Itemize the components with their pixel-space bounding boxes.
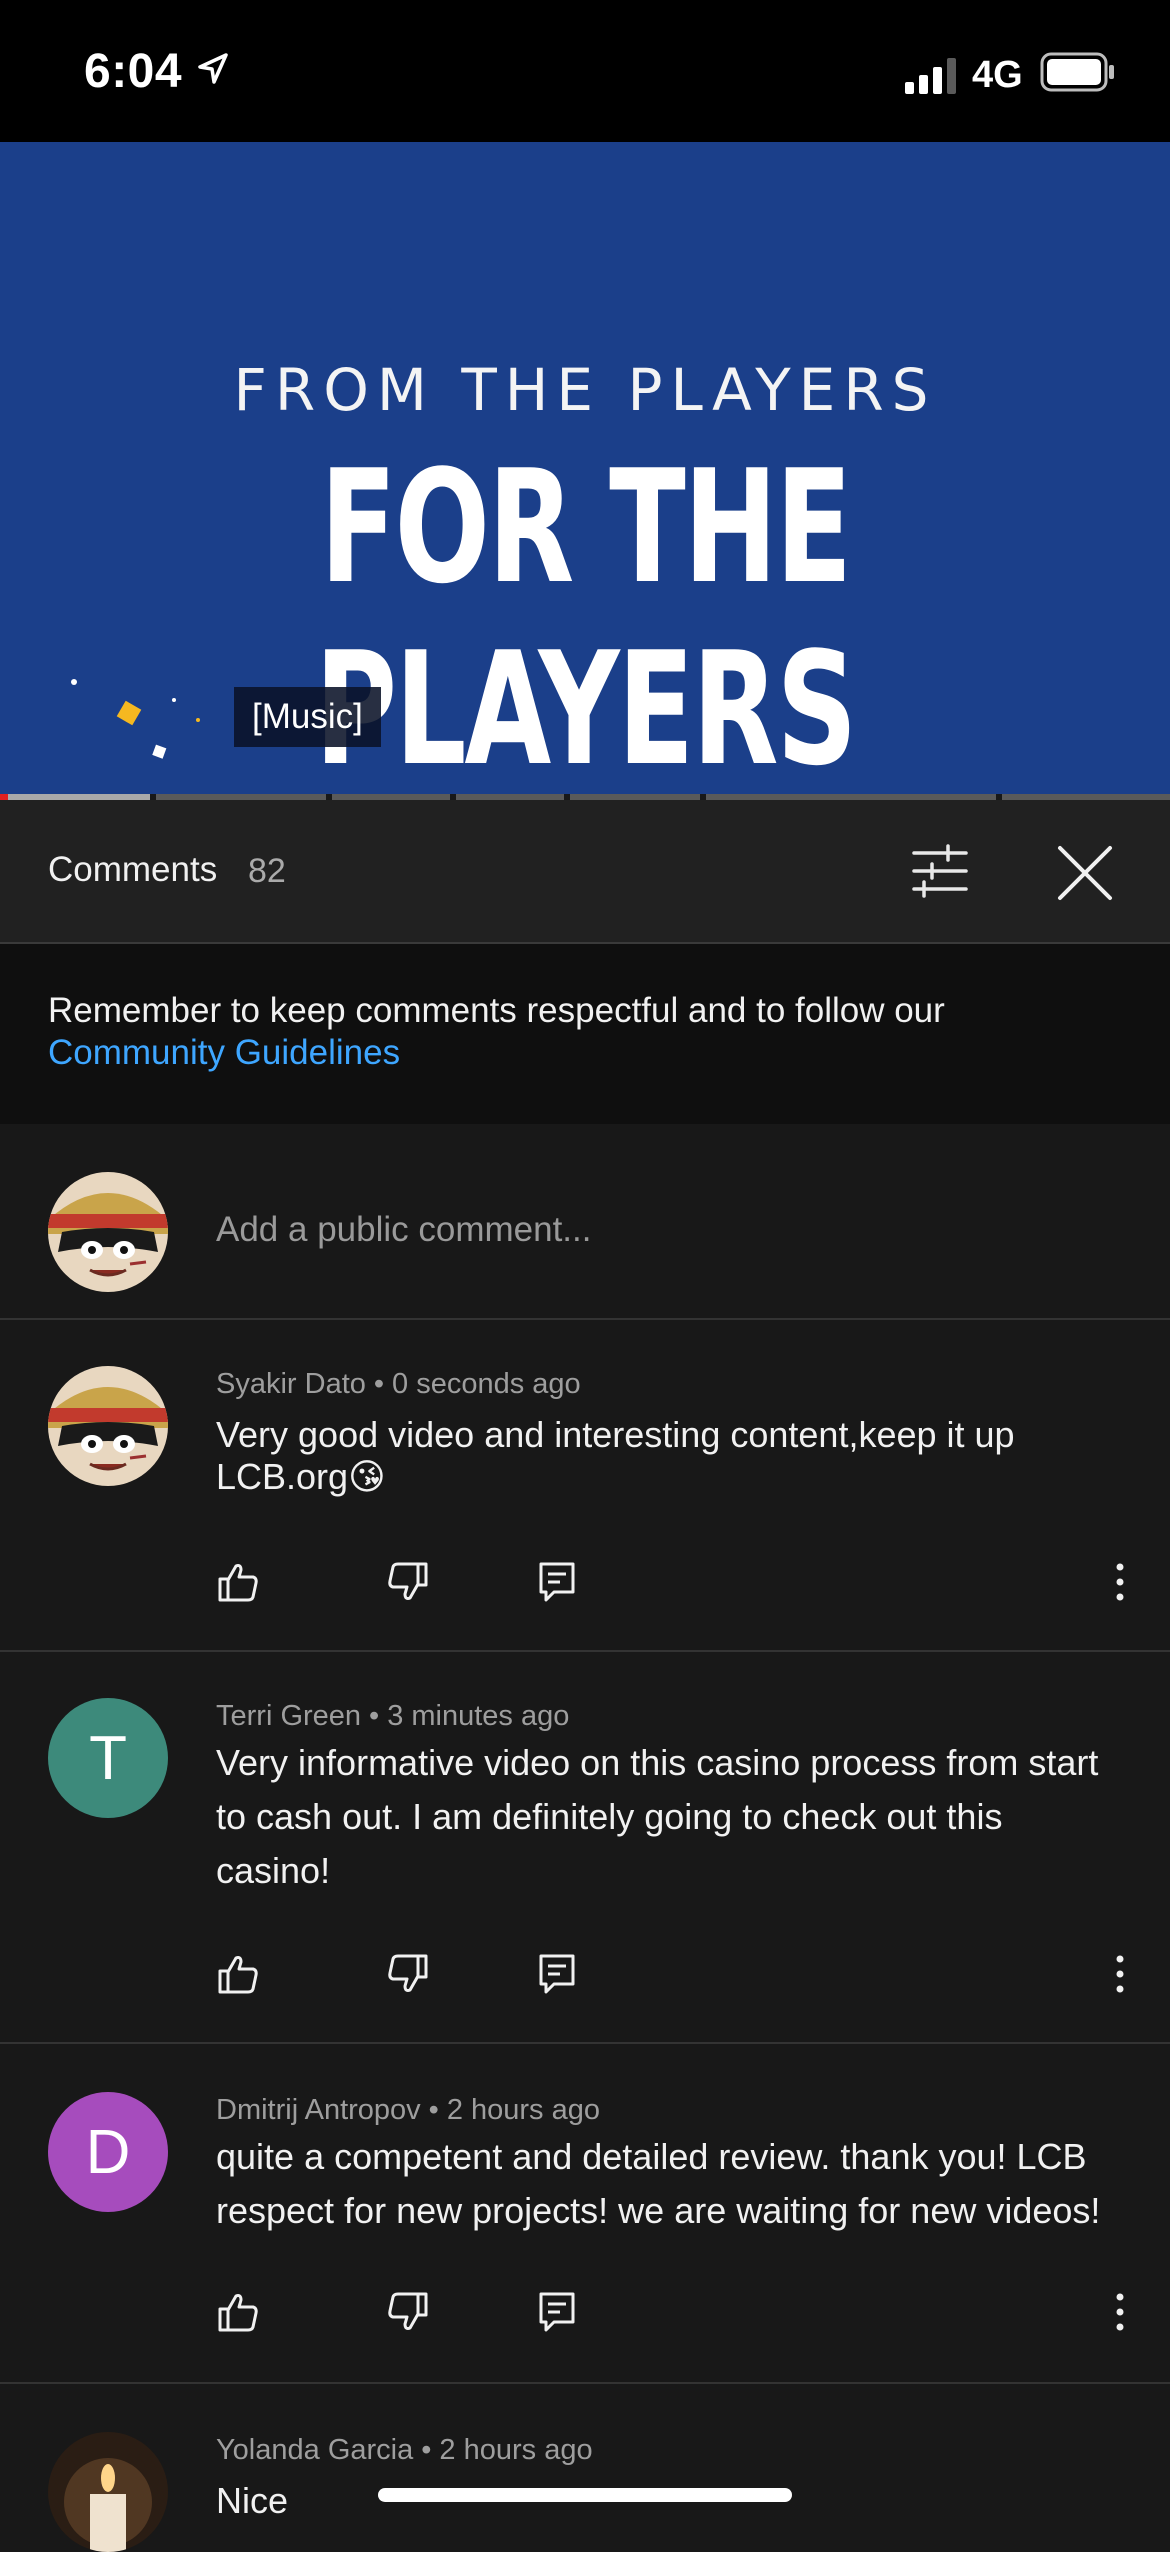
- reply-icon[interactable]: [536, 1952, 584, 2000]
- comment-meta: Terri Green • 3 minutes ago: [216, 1700, 570, 1732]
- more-icon[interactable]: [1098, 1560, 1146, 1608]
- more-icon[interactable]: [1098, 2290, 1146, 2338]
- comment-time: 2 hours ago: [439, 2434, 593, 2466]
- like-icon[interactable]: [216, 1560, 264, 1608]
- avatar: [48, 1172, 168, 1292]
- comments-header: Comments 82: [0, 800, 1170, 944]
- comment-item: T Terri Green • 3 minutes ago Very informa…: [0, 1650, 1170, 2044]
- comment-item: Syakir Dato • 0 seconds ago Very good vide…: [0, 1318, 1170, 1652]
- comment-time: 2 hours ago: [446, 2094, 600, 2126]
- network-label: 4G: [972, 54, 1023, 96]
- reply-icon[interactable]: [536, 1560, 584, 1608]
- comment-author[interactable]: Terri Green: [216, 1700, 361, 1732]
- status-bar: 6:04 4G: [0, 0, 1170, 142]
- add-comment-row[interactable]: Add a public comment...: [0, 1124, 1170, 1320]
- dislike-icon[interactable]: [386, 1952, 434, 2000]
- comment-text: Very good video and interesting content,…: [216, 1414, 1015, 1497]
- avatar[interactable]: T: [48, 1698, 168, 1818]
- video-caption: [Music]: [234, 687, 381, 747]
- comment-actions: [216, 1952, 1146, 2012]
- notice-text: Remember to keep comments respectful and…: [48, 990, 1108, 1074]
- avatar[interactable]: [48, 2432, 168, 2552]
- like-icon[interactable]: [216, 1952, 264, 2000]
- video-player[interactable]: FROM THE PLAYERS FOR THE PLAYERS [Music]: [0, 142, 1170, 794]
- comment-item: D Dmitrij Antropov • 2 hours ago quite a c…: [0, 2044, 1170, 2384]
- notice-message: Remember to keep comments respectful and…: [48, 991, 945, 1030]
- comment-item: Yolanda Garcia • 2 hours ago Nice: [0, 2384, 1170, 2552]
- confetti-decoration: [60, 532, 210, 777]
- comment-text: quite a competent and detailed review. t…: [216, 2136, 1101, 2231]
- comment-actions: [216, 1560, 1146, 1620]
- like-icon[interactable]: [216, 2290, 264, 2338]
- dislike-icon[interactable]: [386, 1560, 434, 1608]
- avatar[interactable]: [48, 1366, 168, 1486]
- community-notice: Remember to keep comments respectful and…: [0, 944, 1170, 1124]
- comment-meta: Dmitrij Antropov • 2 hours ago: [216, 2094, 600, 2126]
- comment-time: 3 minutes ago: [387, 1700, 570, 1732]
- comment-author[interactable]: Syakir Dato: [216, 1368, 366, 1400]
- video-title-line1: FROM THE PLAYERS: [233, 356, 937, 424]
- avatar[interactable]: D: [48, 2092, 168, 2212]
- more-icon[interactable]: [1098, 1952, 1146, 2000]
- comment-actions: [216, 2290, 1146, 2350]
- comment-meta: Syakir Dato • 0 seconds ago: [216, 1368, 581, 1400]
- status-time: 6:04: [84, 45, 183, 98]
- comments-title: Comments: [48, 850, 218, 889]
- comment-meta: Yolanda Garcia • 2 hours ago: [216, 2434, 593, 2466]
- home-indicator[interactable]: [378, 2488, 792, 2502]
- close-icon[interactable]: [1056, 844, 1114, 907]
- battery-icon: [1040, 52, 1116, 97]
- community-guidelines-link[interactable]: Community Guidelines: [48, 1033, 400, 1072]
- dislike-icon[interactable]: [386, 2290, 434, 2338]
- sort-icon[interactable]: [910, 844, 970, 903]
- comment-author[interactable]: Dmitrij Antropov: [216, 2094, 421, 2126]
- add-comment-input[interactable]: Add a public comment...: [216, 1210, 591, 1250]
- reply-icon[interactable]: [536, 2290, 584, 2338]
- comment-time: 0 seconds ago: [392, 1368, 581, 1400]
- location-arrow-icon: [196, 52, 230, 91]
- comment-text: Very informative video on this casino pr…: [216, 1742, 1099, 1891]
- comment-author[interactable]: Yolanda Garcia: [216, 2434, 413, 2466]
- comments-count: 82: [248, 852, 286, 890]
- signal-icon: [905, 58, 961, 99]
